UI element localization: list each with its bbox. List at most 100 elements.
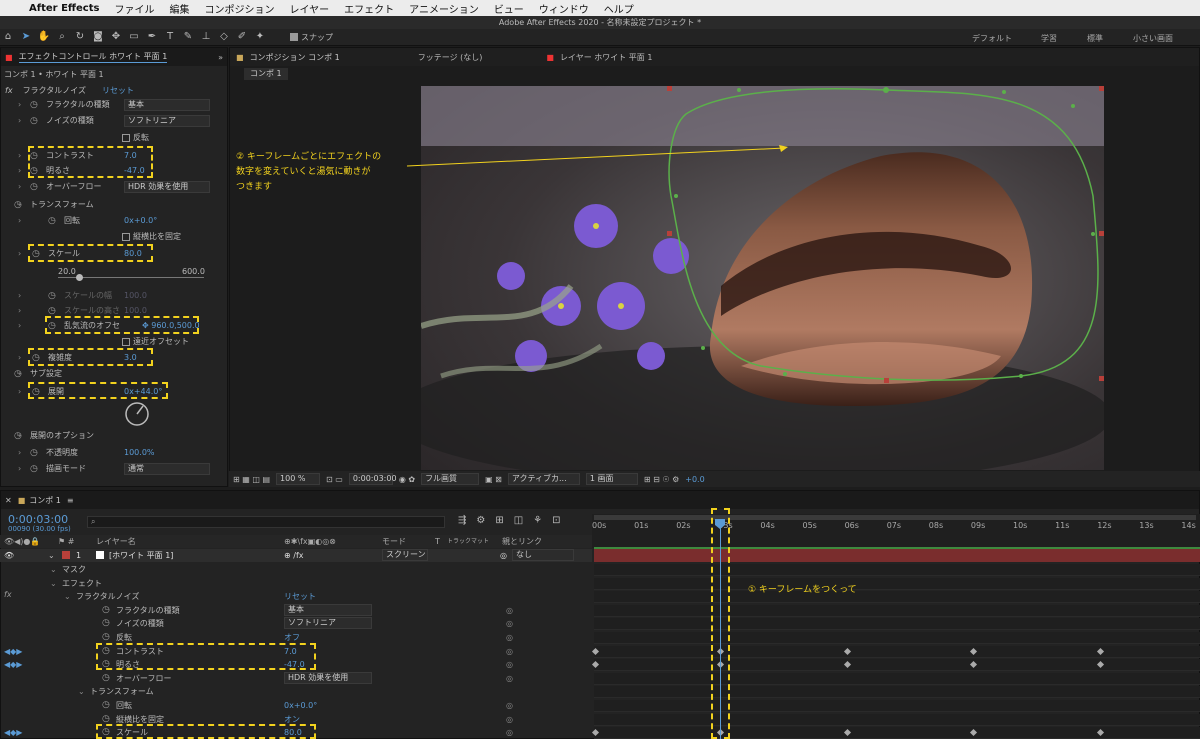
stopwatch-icon[interactable]: ◷ bbox=[48, 213, 56, 229]
effect-param-value[interactable]: 100.0 bbox=[124, 288, 147, 304]
layer-mode-dropdown[interactable]: スクリーン bbox=[382, 549, 428, 561]
twirl-icon[interactable]: › bbox=[18, 179, 21, 195]
effect-param-dropdown[interactable]: 通常 bbox=[124, 463, 210, 475]
menu-animation[interactable]: アニメーション bbox=[409, 1, 479, 16]
effect-row[interactable]: › ◷ 不透明度 100.0% bbox=[18, 445, 226, 461]
twirl-icon[interactable]: › bbox=[18, 163, 21, 179]
selection-tool-icon[interactable]: ➤ bbox=[18, 30, 34, 44]
scale-slider-thumb[interactable] bbox=[75, 274, 83, 281]
effect-param-value[interactable]: 100.0% bbox=[124, 445, 155, 461]
composition-tab[interactable]: コンポジション コンポ 1 bbox=[250, 52, 340, 63]
twirl-icon[interactable]: › bbox=[18, 461, 21, 477]
rectangle-tool-icon[interactable]: ▭ bbox=[126, 30, 142, 44]
camera-tool-icon[interactable]: ◙ bbox=[90, 30, 106, 44]
type-tool-icon[interactable]: T bbox=[162, 30, 178, 44]
stopwatch-icon[interactable]: ◷ bbox=[30, 113, 38, 129]
menu-help[interactable]: ヘルプ bbox=[604, 1, 634, 16]
menu-file[interactable]: ファイル bbox=[114, 1, 154, 16]
keyframe-nav[interactable]: ◀◆▶ bbox=[4, 726, 22, 739]
work-area-bar[interactable] bbox=[594, 515, 1196, 520]
effect-row[interactable]: › ◷ 展開のオプション bbox=[14, 428, 226, 444]
twirl-icon[interactable]: › bbox=[18, 445, 21, 461]
twirl-icon[interactable]: › bbox=[18, 148, 21, 164]
timeline-property-row[interactable]: ◷ オーバーフロー HDR 効果を使用 ◎ bbox=[0, 671, 592, 685]
eraser-tool-icon[interactable]: ◇ bbox=[216, 30, 232, 44]
eye-icon[interactable]: 👁 bbox=[4, 549, 14, 562]
zoom-dropdown[interactable]: 100 % bbox=[276, 473, 321, 485]
timeline-search-input[interactable]: ⌕ bbox=[87, 516, 445, 528]
menu-view[interactable]: ビュー bbox=[494, 1, 524, 16]
twirl-icon[interactable]: › bbox=[18, 246, 21, 262]
timeline-property-row[interactable]: ⌄ マスク bbox=[0, 563, 592, 576]
stopwatch-icon[interactable]: ◷ bbox=[102, 617, 110, 630]
puppet-tool-icon[interactable]: ✦ bbox=[252, 30, 268, 44]
stopwatch-icon[interactable]: ◷ bbox=[30, 179, 38, 195]
twirl-icon[interactable]: › bbox=[18, 288, 21, 304]
twirl-icon[interactable]: › bbox=[18, 384, 21, 400]
timeline-tab[interactable]: ✕ ■ コンポ 1 ≡ bbox=[1, 491, 1199, 509]
extra-icons[interactable]: ⊞ ⊟ ☉ ⚙ bbox=[644, 475, 679, 484]
pen-tool-icon[interactable]: ✒ bbox=[144, 30, 160, 44]
resolution-dropdown[interactable]: フル画質 bbox=[421, 473, 480, 485]
menu-window[interactable]: ウィンドウ bbox=[539, 1, 589, 16]
timeline-property-row[interactable]: ⌄ トランスフォーム bbox=[0, 685, 592, 698]
workspace-learn[interactable]: 学習 bbox=[1041, 33, 1057, 44]
snapshot-icon[interactable]: ◉ ✿ bbox=[399, 475, 415, 484]
twirl-icon[interactable]: › bbox=[18, 113, 21, 129]
layer-duration-bar[interactable] bbox=[594, 549, 1200, 562]
workspace-standard[interactable]: 標準 bbox=[1087, 33, 1103, 44]
effect-controls-tab[interactable]: ■ エフェクトコントロール ホワイト 平面 1» bbox=[1, 48, 227, 66]
comp-breadcrumb[interactable]: コンポ 1 bbox=[244, 68, 288, 80]
footage-tab[interactable]: フッテージ (なし) bbox=[418, 52, 483, 63]
timeline-property-dropdown[interactable]: HDR 効果を使用 bbox=[284, 671, 372, 684]
zoom-tool-icon[interactable]: ⌕ bbox=[54, 30, 70, 44]
keyframe-nav[interactable]: ◀◆▶ bbox=[4, 658, 22, 671]
workspace-small[interactable]: 小さい画面 bbox=[1133, 33, 1173, 44]
effect-row[interactable]: › ◷ トランスフォーム bbox=[14, 197, 226, 213]
effect-row[interactable]: › ◷ フラクタルの種類 基本 bbox=[18, 97, 226, 113]
stopwatch-icon[interactable]: ◷ bbox=[102, 699, 110, 712]
evolution-dial[interactable] bbox=[124, 401, 150, 427]
home-icon[interactable]: ⌂ bbox=[0, 30, 16, 44]
fit-icons[interactable]: ⊡ ▭ bbox=[326, 475, 343, 484]
twirl-icon[interactable]: › bbox=[18, 97, 21, 113]
layer-tab[interactable]: レイヤー ホワイト 平面 1 bbox=[560, 52, 652, 63]
view-layout-dropdown[interactable]: 1 画面 bbox=[585, 473, 638, 485]
effect-param-value[interactable]: 0x+0.0° bbox=[124, 213, 157, 229]
effect-row[interactable]: › ◷ ノイズの種類 ソフトリニア bbox=[18, 113, 226, 129]
viewer-icons[interactable]: ⊞ ▦ ◫ ▤ bbox=[233, 475, 270, 484]
checkbox-option[interactable]: 反転 bbox=[122, 130, 149, 146]
keyframe-nav[interactable]: ◀◆▶ bbox=[4, 645, 22, 658]
layer-color-label[interactable] bbox=[62, 551, 70, 559]
menu-effect[interactable]: エフェクト bbox=[344, 1, 394, 16]
stopwatch-icon[interactable]: ◷ bbox=[102, 672, 110, 685]
roto-brush-icon[interactable]: ✐ bbox=[234, 30, 250, 44]
stopwatch-icon[interactable]: ◷ bbox=[48, 288, 56, 304]
timeline-property-row[interactable]: ◷ フラクタルの種類 基本 ◎ bbox=[0, 603, 592, 617]
twirl-icon[interactable]: › bbox=[18, 213, 21, 229]
brush-tool-icon[interactable]: ✎ bbox=[180, 30, 196, 44]
effect-row[interactable]: › ◷ 描画モード 通常 bbox=[18, 461, 226, 477]
stopwatch-icon[interactable]: ◷ bbox=[30, 97, 38, 113]
stopwatch-icon[interactable]: ◷ bbox=[102, 604, 110, 617]
layer-row[interactable]: 👁 ⌄ 1 [ホワイト 平面 1] ⊕ /fx スクリーン ◎ なし bbox=[0, 549, 592, 562]
effect-row[interactable]: 縦横比を固定 bbox=[18, 229, 226, 245]
effect-param-dropdown[interactable]: 基本 bbox=[124, 99, 210, 111]
fx-reset[interactable]: リセット bbox=[102, 86, 134, 95]
twirl-icon[interactable]: › bbox=[18, 318, 21, 334]
hand-tool-icon[interactable]: ✋ bbox=[36, 30, 52, 44]
rotate-tool-icon[interactable]: ↻ bbox=[72, 30, 88, 44]
effect-row[interactable]: › ◷ スケールの幅 100.0 bbox=[18, 288, 226, 304]
camera-dropdown[interactable]: アクティブカ... bbox=[507, 473, 580, 485]
menu-composition[interactable]: コンポジション bbox=[204, 1, 274, 16]
stopwatch-icon[interactable]: ◷ bbox=[30, 461, 38, 477]
timeline-reset[interactable]: リセット bbox=[284, 590, 316, 603]
effect-row[interactable]: 反転 bbox=[18, 130, 226, 146]
expand-icon[interactable]: ⌄ bbox=[48, 549, 55, 562]
stopwatch-icon[interactable]: ◷ bbox=[14, 428, 22, 444]
twirl-icon[interactable]: › bbox=[18, 303, 21, 319]
twirl-icon[interactable]: › bbox=[18, 350, 21, 366]
timeline-property-row[interactable]: ⌄ フラクタルノイズ リセット bbox=[0, 590, 592, 603]
snap-toggle[interactable]: スナップ bbox=[290, 32, 333, 43]
timeline-property-value[interactable]: 0x+0.0° bbox=[284, 699, 317, 712]
